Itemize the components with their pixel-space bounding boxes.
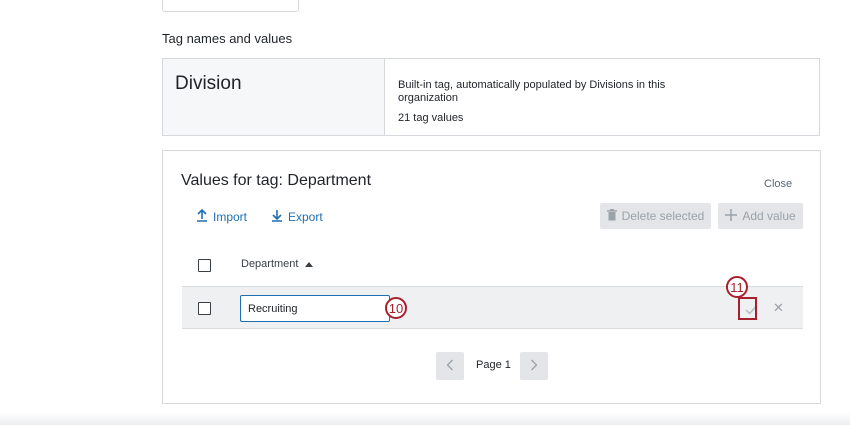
tag-value-count: 21 tag values [398,112,464,124]
values-panel: Values for tag: Department Close Import … [162,150,821,404]
export-label: Export [288,210,323,224]
tag-description: Built-in tag, automatically populated by… [398,79,666,104]
section-title: Tag names and values [162,31,293,46]
close-button[interactable]: Close [764,178,792,190]
value-edit-input[interactable] [240,295,390,322]
import-button[interactable]: Import [196,208,248,225]
table-row: ✕ [182,286,803,329]
download-icon [271,209,283,225]
delete-selected-button[interactable]: Delete selected [600,203,711,229]
top-dropdown-stub [162,0,299,12]
chevron-left-icon [446,358,454,374]
upload-icon [196,208,208,225]
tag-card: Division Built-in tag, automatically pop… [162,58,820,136]
close-icon[interactable]: ✕ [773,300,784,316]
select-all-checkbox[interactable] [198,259,211,272]
chevron-right-icon [530,358,538,374]
annotation-marker-11: 11 [726,276,748,298]
plus-icon [725,208,738,224]
import-label: Import [213,210,248,224]
values-panel-title: Values for tag: Department [181,172,372,189]
annotation-highlight-box [738,297,757,320]
add-value-button[interactable]: Add value [718,203,803,229]
column-header-department[interactable]: Department [241,258,314,270]
trash-icon [606,208,617,224]
tag-name-cell: Division [163,59,385,135]
column-header-label: Department [241,258,299,270]
sort-ascending-icon [305,261,314,267]
annotation-marker-10: 10 [385,297,407,319]
export-button[interactable]: Export [271,209,323,225]
bottom-shadow [0,412,850,425]
previous-page-button[interactable] [436,352,464,380]
add-value-label: Add value [742,209,796,223]
next-page-button[interactable] [520,352,548,380]
page-indicator: Page 1 [476,359,511,371]
row-checkbox[interactable] [198,302,211,315]
tag-name: Division [175,73,242,94]
delete-selected-label: Delete selected [621,209,705,223]
